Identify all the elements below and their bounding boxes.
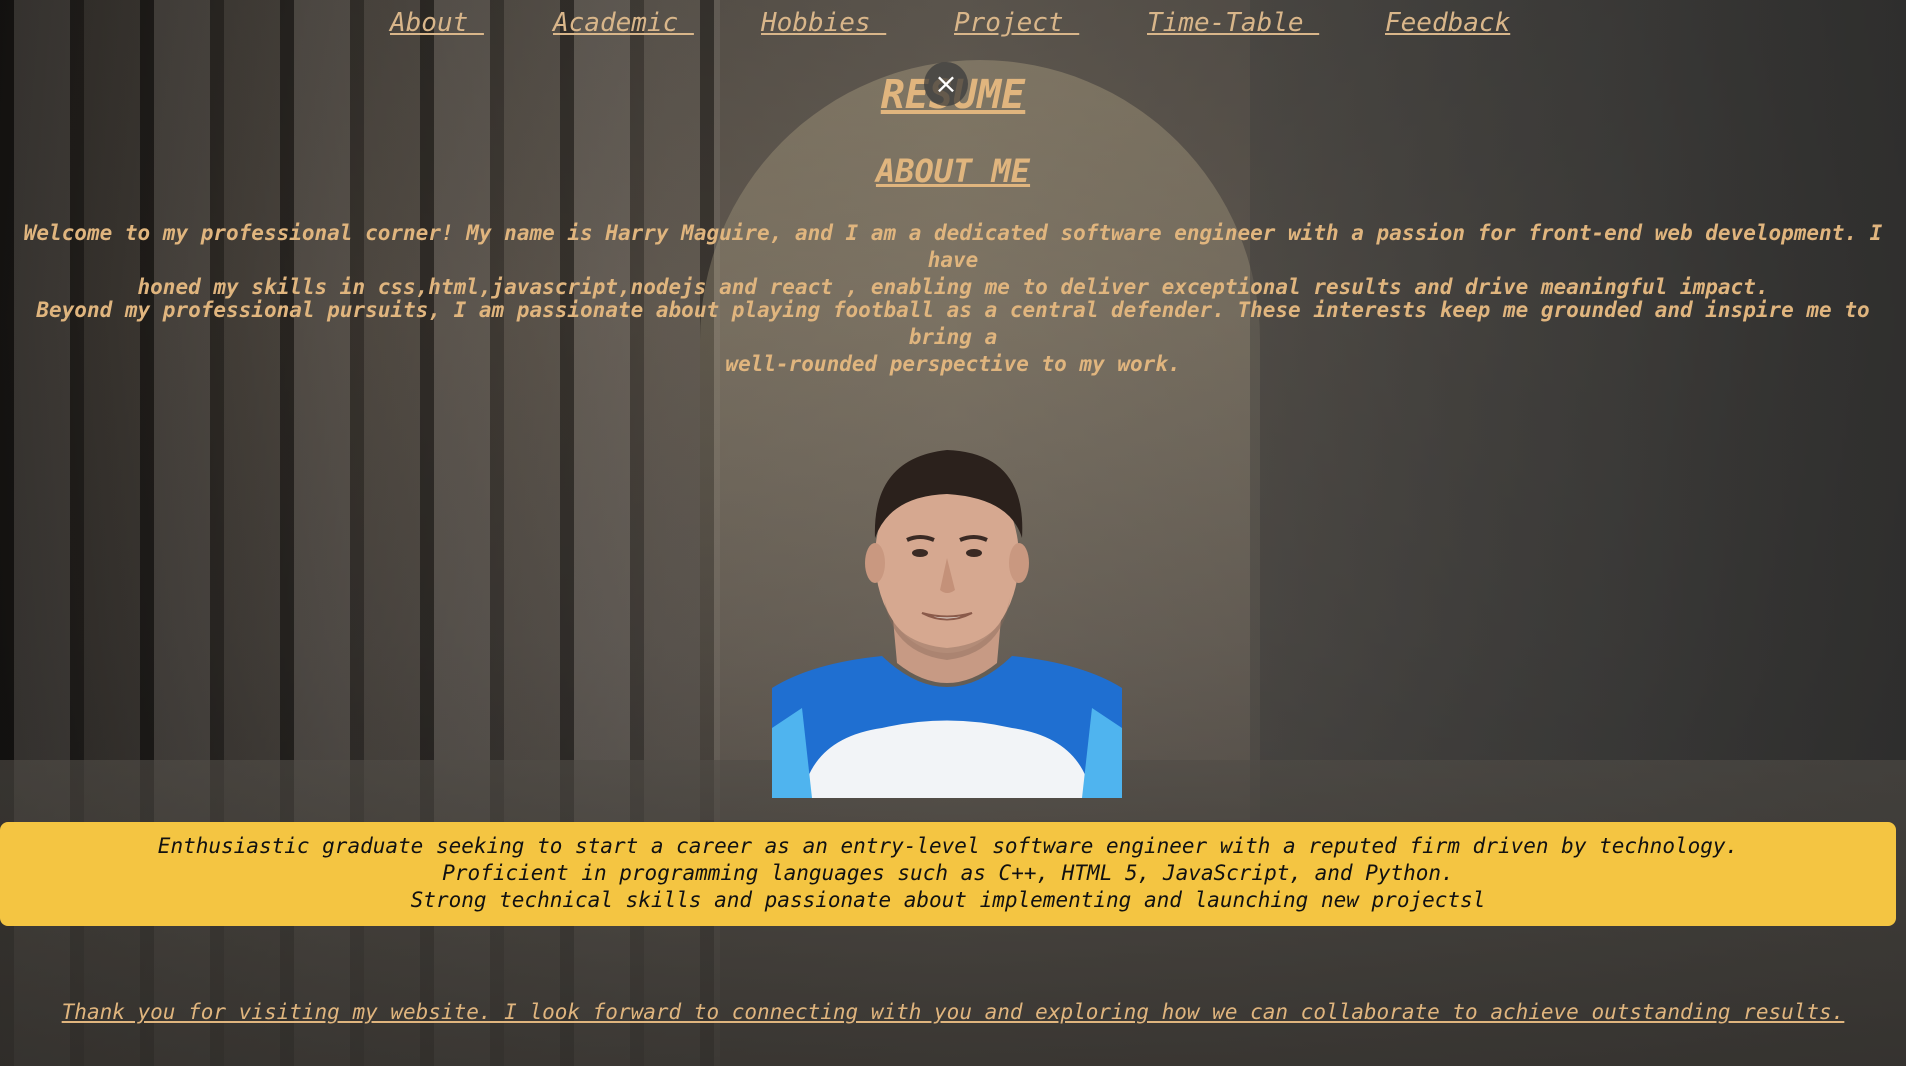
about-paragraph-2: Beyond my professional pursuits, I am pa… — [0, 297, 1906, 378]
footer-thanks-link[interactable]: Thank you for visiting my website. I loo… — [0, 1000, 1906, 1024]
nav-link-about[interactable]: About — [390, 8, 484, 38]
about-paragraph-2-line-1: Beyond my professional pursuits, I am pa… — [36, 298, 1870, 349]
top-nav: About Academic Hobbies Project Time-Tabl… — [0, 8, 1906, 44]
about-heading: ABOUT ME — [875, 152, 1031, 190]
summary-line-2: Proficient in programming languages such… — [442, 861, 1454, 885]
nav-link-hobbies[interactable]: Hobbies — [761, 8, 886, 38]
nav-link-time-table[interactable]: Time-Table — [1147, 8, 1319, 38]
close-icon[interactable]: × — [924, 62, 968, 106]
summary-line-1: Enthusiastic graduate seeking to start a… — [157, 834, 1739, 858]
about-paragraph-1: Welcome to my professional corner! My na… — [0, 220, 1906, 301]
summary-box: Enthusiastic graduate seeking to start a… — [0, 822, 1896, 926]
nav-link-project[interactable]: Project — [954, 8, 1079, 38]
profile-photo — [772, 428, 1122, 798]
about-paragraph-1-line-1: Welcome to my professional corner! My na… — [23, 221, 1883, 272]
about-paragraph-2-line-2: well-rounded perspective to my work. — [725, 352, 1181, 376]
summary-line-3: Strong technical skills and passionate a… — [410, 888, 1486, 912]
nav-link-feedback[interactable]: Feedback — [1385, 8, 1510, 38]
nav-link-academic[interactable]: Academic — [553, 8, 694, 38]
